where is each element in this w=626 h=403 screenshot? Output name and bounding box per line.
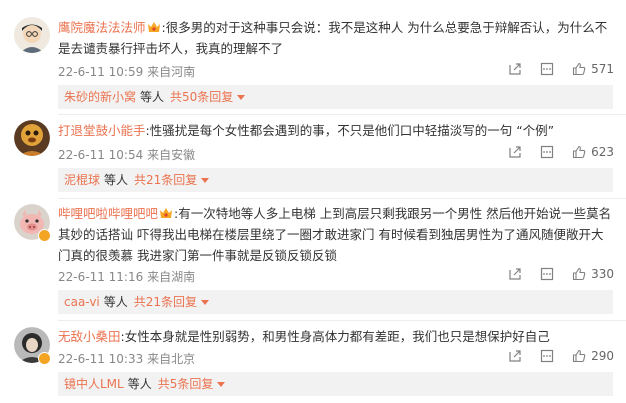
comment-actions: 290 <box>490 349 614 363</box>
comment-meta: 22-6-11 10:59 来自河南 <box>58 63 195 80</box>
reply-user-name[interactable]: 泥棍球 <box>64 173 100 187</box>
like-icon[interactable] <box>572 349 586 363</box>
divider <box>58 114 626 115</box>
reply-user-name[interactable]: caa-vi <box>64 295 100 309</box>
comment-body: :性骚扰是每个女性都会遇到的事，不只是他们口中轻描淡写的一句 “个例” <box>145 123 555 138</box>
reply-preview[interactable]: 朱砂的新小窝 等人 共50条回复 <box>58 85 613 109</box>
comment-meta: 22-6-11 11:16 来自湖南 <box>58 268 195 285</box>
comment-date: 22-6-11 10:59 <box>58 65 144 79</box>
comment-text: 无敌小桑田:女性本身就是性别弱势，和男性身高体力都有差距，我们也只是想保护好自己 <box>58 326 613 347</box>
comment-date: 22-6-11 10:54 <box>58 148 144 162</box>
like-icon[interactable] <box>572 145 586 159</box>
commenter-name[interactable]: 打退堂鼓小能手 <box>58 123 146 138</box>
comment-actions: 330 <box>490 267 614 281</box>
verified-badge-icon <box>38 352 51 365</box>
reply-user-name[interactable]: 镜中人LML <box>64 377 124 391</box>
reply-preview[interactable]: caa-vi 等人 共21条回复 <box>58 290 613 314</box>
share-icon[interactable] <box>508 145 522 159</box>
comment-icon[interactable] <box>540 62 554 76</box>
comment-meta: 22-6-11 10:54 来自安徽 <box>58 146 195 163</box>
comment-location: 来自安徽 <box>147 148 196 162</box>
reply-suffix: 等人 <box>140 90 165 104</box>
comment-text: 打退堂鼓小能手:性骚扰是每个女性都会遇到的事，不只是他们口中轻描淡写的一句 “个… <box>58 120 613 141</box>
comment-actions: 623 <box>490 145 614 159</box>
comment-location: 来自河南 <box>147 65 196 79</box>
verified-badge-icon <box>38 229 51 242</box>
vip-badge-icon <box>147 22 160 32</box>
vip-badge-icon <box>160 208 173 218</box>
comment-text: 鹰院魔法法法师:很多男的对于这种事只会说：我不是这种人 为什么总要急于辩解否认，… <box>58 17 613 59</box>
comment-icon[interactable] <box>540 145 554 159</box>
reply-user-name[interactable]: 朱砂的新小窝 <box>64 90 136 104</box>
comment-location: 来自北京 <box>147 352 196 366</box>
reply-suffix: 等人 <box>103 295 128 309</box>
share-icon[interactable] <box>508 267 522 281</box>
divider <box>58 320 626 321</box>
reply-count-link[interactable]: 共5条回复 <box>158 377 214 391</box>
reply-suffix: 等人 <box>127 377 152 391</box>
like-count: 330 <box>591 267 614 281</box>
reply-preview[interactable]: 镜中人LML 等人 共5条回复 <box>58 372 613 396</box>
reply-preview[interactable]: 泥棍球 等人 共21条回复 <box>58 168 613 192</box>
share-icon[interactable] <box>508 349 522 363</box>
commenter-name[interactable]: 鹰院魔法法法师 <box>58 20 146 35</box>
avatar[interactable] <box>14 120 50 156</box>
comment-date: 22-6-11 11:16 <box>58 270 144 284</box>
divider <box>58 198 626 199</box>
chevron-down-icon <box>237 95 246 100</box>
comment-icon[interactable] <box>540 267 554 281</box>
comment-meta: 22-6-11 10:33 来自北京 <box>58 350 195 367</box>
like-count: 623 <box>591 145 614 159</box>
reply-suffix: 等人 <box>104 173 129 187</box>
commenter-name[interactable]: 哔哩吧啦哔哩吧吧 <box>58 206 158 221</box>
comment-icon[interactable] <box>540 349 554 363</box>
comment-body: :女性本身就是性别弱势，和男性身高体力都有差距，我们也只是想保护好自己 <box>120 329 550 344</box>
like-count: 290 <box>591 349 614 363</box>
like-count: 571 <box>591 62 614 76</box>
comment-date: 22-6-11 10:33 <box>58 352 144 366</box>
reply-count-link[interactable]: 共50条回复 <box>170 90 233 104</box>
chevron-down-icon <box>201 178 210 183</box>
like-icon[interactable] <box>572 62 586 76</box>
comment-actions: 571 <box>490 62 614 76</box>
comment-location: 来自湖南 <box>147 270 196 284</box>
avatar[interactable] <box>14 17 50 53</box>
chevron-down-icon <box>217 382 226 387</box>
like-icon[interactable] <box>572 267 586 281</box>
reply-count-link[interactable]: 共21条回复 <box>134 173 197 187</box>
comment-text: 哔哩吧啦哔哩吧吧:有一次特地等人多上电梯 上到高层只剩我跟另一个男性 然后他开始… <box>58 203 613 266</box>
chevron-down-icon <box>201 300 210 305</box>
reply-count-link[interactable]: 共21条回复 <box>134 295 197 309</box>
commenter-name[interactable]: 无敌小桑田 <box>58 329 121 344</box>
share-icon[interactable] <box>508 62 522 76</box>
